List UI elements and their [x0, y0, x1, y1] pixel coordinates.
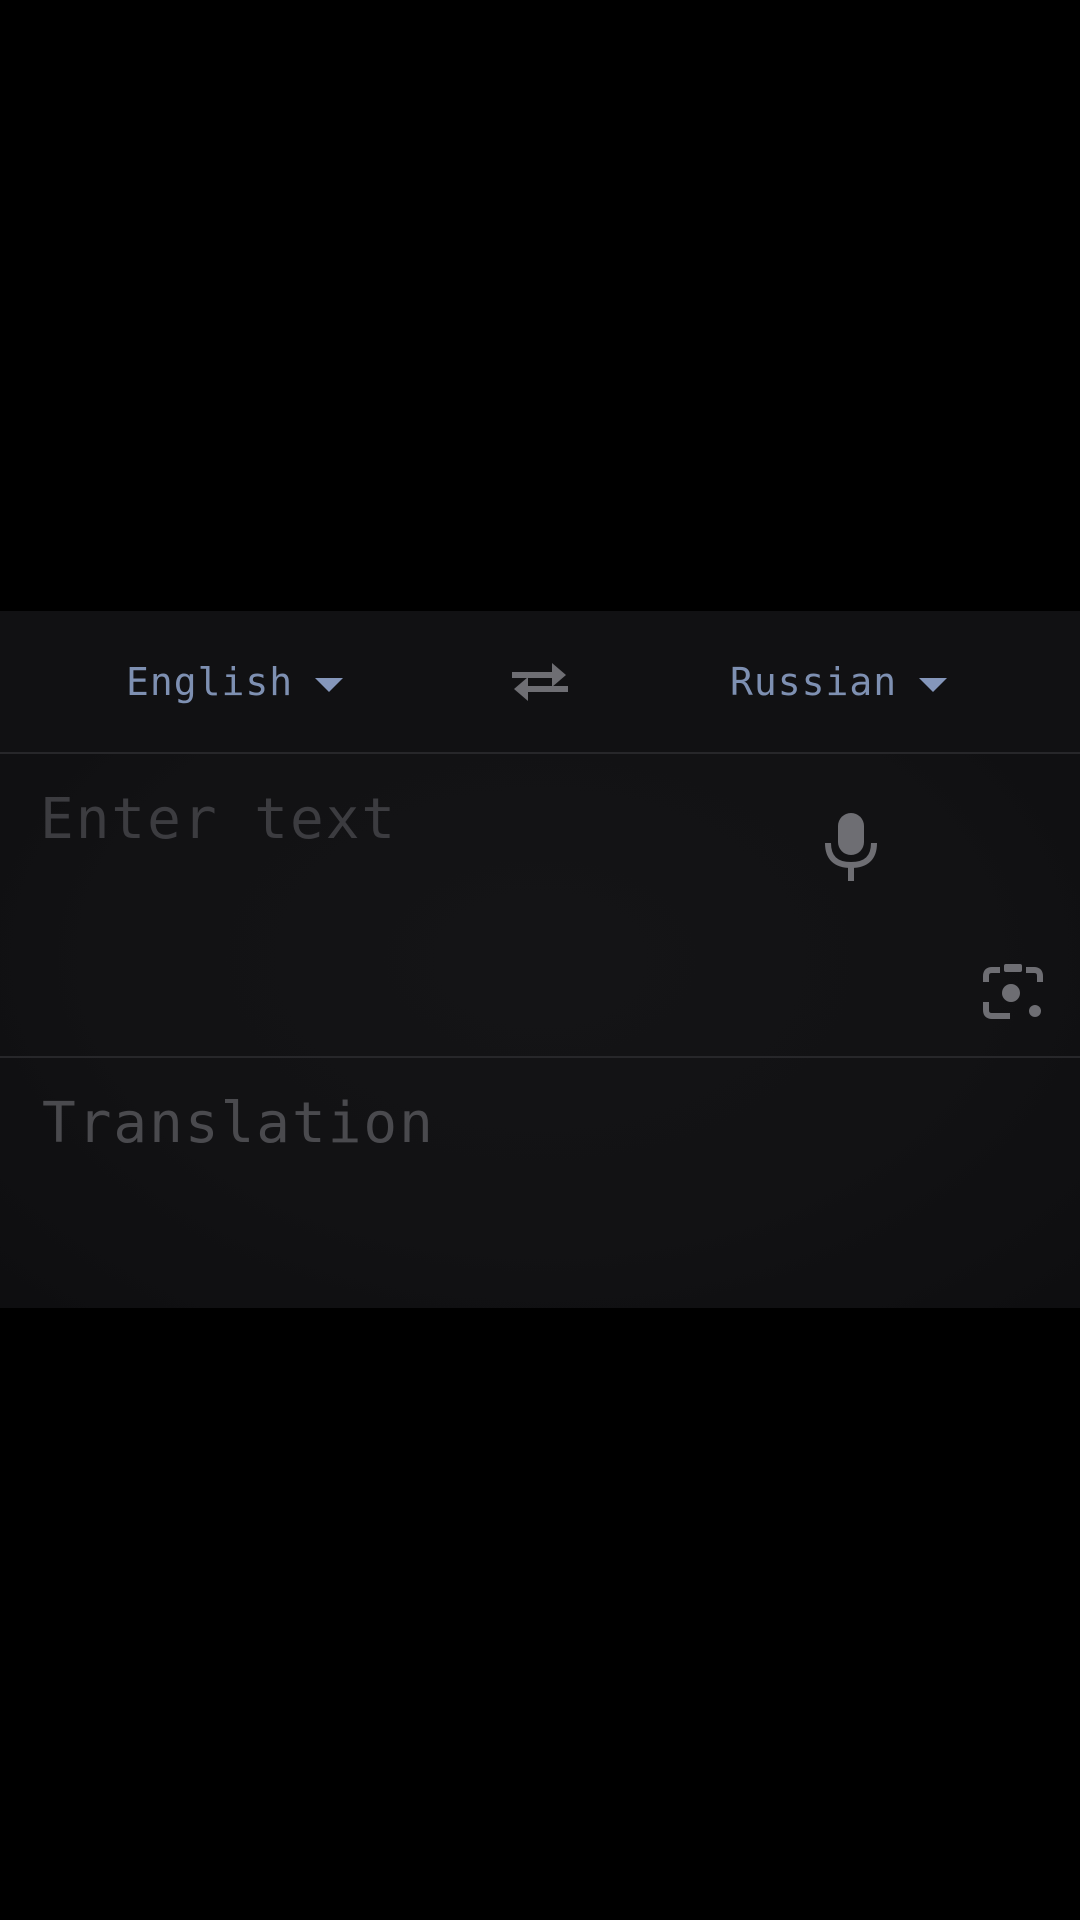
- source-text-area: [0, 754, 1080, 1056]
- translation-placeholder: Translation: [42, 1091, 435, 1156]
- source-language-label: English: [126, 660, 294, 704]
- target-language-label: Russian: [730, 660, 898, 704]
- translate-panel: English Russian Translation: [0, 611, 1080, 1308]
- source-text-input[interactable]: [40, 784, 780, 854]
- camera-lens-icon: [983, 964, 1043, 1019]
- swap-arrows-icon: [512, 663, 568, 701]
- caret-down-icon: [315, 678, 344, 692]
- target-language-selector[interactable]: Russian: [730, 659, 948, 705]
- translation-output-area: Translation: [0, 1058, 1080, 1308]
- microphone-icon: [825, 813, 877, 881]
- voice-input-button[interactable]: [820, 811, 882, 883]
- language-bar: English Russian: [0, 611, 1080, 752]
- swap-languages-button[interactable]: [506, 655, 574, 709]
- camera-translate-button[interactable]: [980, 960, 1046, 1026]
- caret-down-icon: [919, 678, 948, 692]
- source-language-selector[interactable]: English: [126, 659, 344, 705]
